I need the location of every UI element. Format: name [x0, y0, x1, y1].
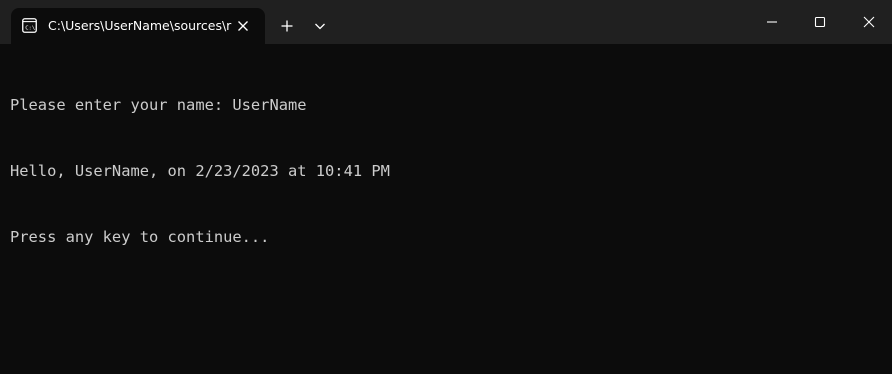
title-bar[interactable]: C:\ C:\Users\UserName\sources\r [0, 0, 892, 44]
chevron-down-icon[interactable] [309, 14, 331, 38]
console-line: Please enter your name: UserName [10, 96, 307, 114]
close-icon[interactable] [846, 0, 892, 44]
tab-title: C:\Users\UserName\sources\r [48, 18, 232, 33]
tab-active[interactable]: C:\ C:\Users\UserName\sources\r [11, 8, 265, 44]
new-tab-button[interactable] [275, 14, 299, 38]
console-output[interactable]: Please enter your name: UserName Hello, … [10, 50, 880, 292]
terminal-window: C:\ C:\Users\UserName\sources\r Please e… [0, 0, 892, 374]
close-icon[interactable] [232, 15, 254, 37]
svg-text:C:\: C:\ [25, 26, 35, 32]
console-line: Press any key to continue... [10, 228, 270, 246]
maximize-icon[interactable] [797, 0, 843, 44]
terminal-icon: C:\ [22, 18, 37, 33]
minimize-icon[interactable] [749, 0, 795, 44]
console-line: Hello, UserName, on 2/23/2023 at 10:41 P… [10, 162, 390, 180]
